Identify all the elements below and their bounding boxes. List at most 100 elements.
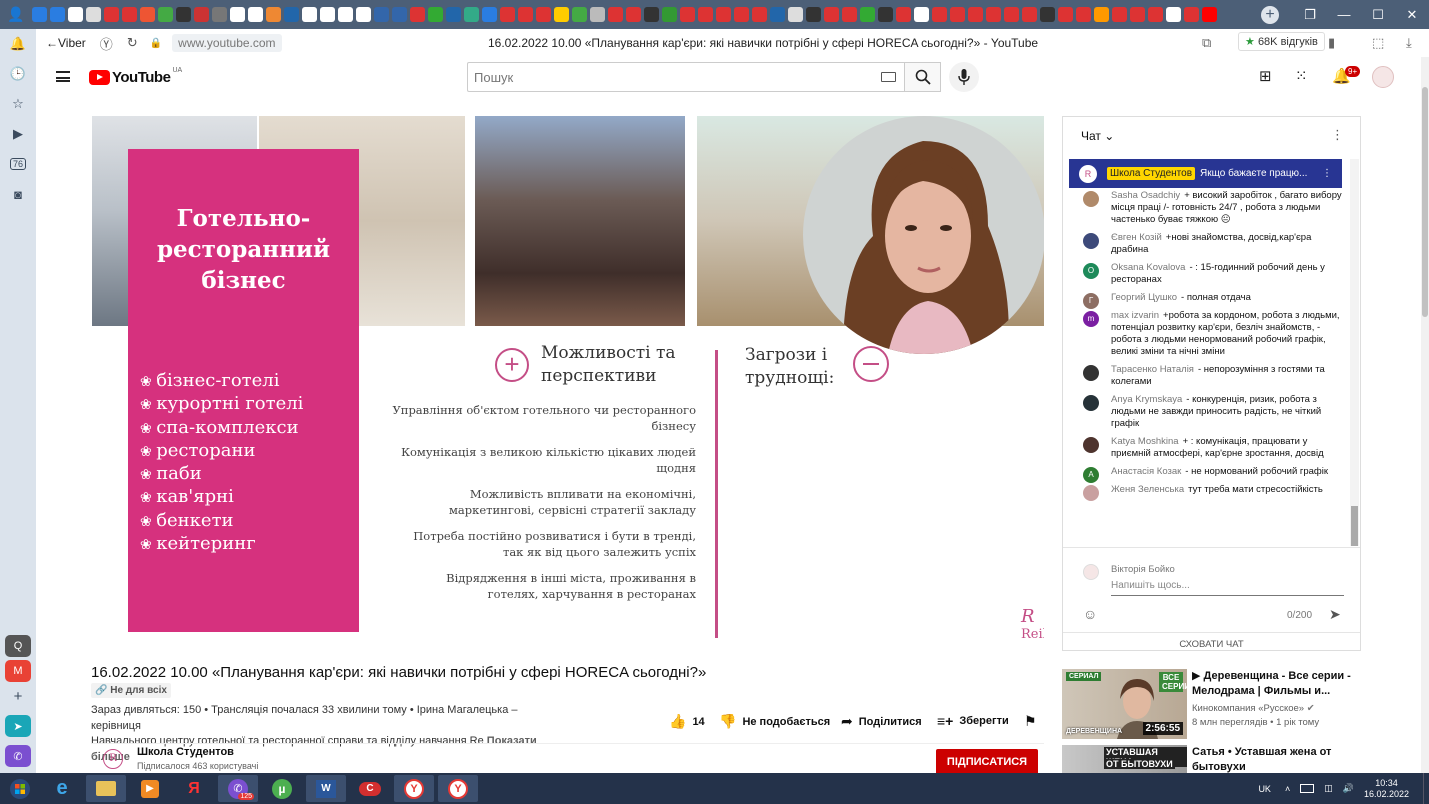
tab-favicon[interactable]: [698, 7, 713, 22]
chat-author[interactable]: Анастасія Козак: [1111, 466, 1181, 477]
tab-favicon[interactable]: [590, 7, 605, 22]
tab-favicon[interactable]: [464, 7, 479, 22]
battery-icon[interactable]: [1300, 784, 1315, 793]
chat-author-avatar[interactable]: [1083, 395, 1099, 411]
window-restore-icon[interactable]: ❐: [1293, 7, 1327, 23]
recommendation-item[interactable]: СЕРИАЛ ВСЕ СЕРИИ ДЕРЕВЕНЩИНА 2:56:55 ▶ Д…: [1062, 669, 1362, 739]
tab-favicon[interactable]: [788, 7, 803, 22]
tab-favicon[interactable]: [860, 7, 875, 22]
dislike-button[interactable]: 👎 Не подобається: [719, 713, 830, 730]
taskbar-ie-icon[interactable]: e: [42, 775, 82, 802]
tray-expand-icon[interactable]: ˄: [1285, 784, 1290, 794]
tab-favicon[interactable]: [104, 7, 119, 22]
tab-favicon[interactable]: [500, 7, 515, 22]
clock[interactable]: 10:34 16.02.2022: [1364, 778, 1409, 800]
recommendation-thumbnail[interactable]: СЕРИАЛ ВСЕ СЕРИИ ДЕРЕВЕНЩИНА 2:56:55: [1062, 669, 1187, 739]
reload-icon[interactable]: ↻: [127, 35, 138, 51]
tab-favicon[interactable]: [392, 7, 407, 22]
recommendation-item[interactable]: УСТАВШАЯ ЖЕНА ОТ БЫТОВУХИ Сатья • Уставш…: [1062, 745, 1362, 773]
language-indicator[interactable]: UK: [1258, 784, 1271, 794]
chat-author-avatar[interactable]: [1083, 437, 1099, 453]
recommendation-channel[interactable]: Кинокомпания «Русское» ✔: [1192, 702, 1315, 716]
taskbar-word-icon[interactable]: W: [306, 775, 346, 802]
tab-favicon[interactable]: [1202, 7, 1217, 22]
tab-favicon[interactable]: [158, 7, 173, 22]
tab-favicon[interactable]: [842, 7, 857, 22]
taskbar-yandex-icon[interactable]: Я: [174, 775, 214, 802]
tab-favicon[interactable]: [896, 7, 911, 22]
taskbar-viber-icon[interactable]: ✆ 125: [218, 775, 258, 802]
chat-mode-dropdown[interactable]: Чат ⌄: [1081, 129, 1114, 143]
search-input[interactable]: Пошук: [467, 62, 904, 92]
window-close-icon[interactable]: ✕: [1395, 7, 1429, 23]
tab-favicon[interactable]: [752, 7, 767, 22]
star-icon[interactable]: ☆: [0, 89, 36, 119]
channel-info[interactable]: Школа Студентов Підписалося 463 користув…: [137, 745, 258, 773]
profile-icon[interactable]: 👤: [0, 0, 32, 29]
tab-favicon[interactable]: [1076, 7, 1091, 22]
voice-search-button[interactable]: [949, 62, 979, 92]
add-app-icon[interactable]: +: [5, 685, 31, 707]
tab-favicon[interactable]: [140, 7, 155, 22]
like-button[interactable]: 👍 14: [669, 713, 705, 730]
reviews-badge[interactable]: ★ 68K відгуків: [1238, 32, 1325, 51]
chat-input[interactable]: Напишіть щось...: [1111, 580, 1344, 596]
tab-favicon[interactable]: [518, 7, 533, 22]
share-button[interactable]: ➦ Поділитися: [841, 713, 922, 730]
account-avatar[interactable]: [1372, 66, 1394, 88]
tab-favicon[interactable]: [338, 7, 353, 22]
tab-favicon[interactable]: [662, 7, 677, 22]
taskbar-yandex-browser-icon-2[interactable]: Y: [438, 775, 478, 802]
window-maximize-icon[interactable]: ☐: [1361, 7, 1395, 23]
taskbar-yandex-browser-icon[interactable]: Y: [394, 775, 434, 802]
recommendation-title[interactable]: Сатья • Уставшая жена от бытовухи: [1192, 745, 1362, 775]
tab-favicon[interactable]: [806, 7, 821, 22]
tab-favicon[interactable]: [428, 7, 443, 22]
tab-favicon[interactable]: [734, 7, 749, 22]
tab-favicon[interactable]: [1184, 7, 1199, 22]
tab-favicon[interactable]: [950, 7, 965, 22]
hide-chat-button[interactable]: СХОВАТИ ЧАТ: [1063, 632, 1360, 650]
chat-author-avatar[interactable]: [1083, 191, 1099, 207]
create-video-icon[interactable]: ⊞: [1259, 67, 1272, 85]
tab-favicon[interactable]: [1040, 7, 1055, 22]
tab-favicon[interactable]: [1166, 7, 1181, 22]
taskbar-media-player-icon[interactable]: ▶: [130, 775, 170, 802]
volume-icon[interactable]: 🔊: [1343, 783, 1354, 794]
tab-favicon[interactable]: [1004, 7, 1019, 22]
tab-favicon[interactable]: [212, 7, 227, 22]
chat-author-avatar[interactable]: [1083, 485, 1099, 501]
channel-avatar[interactable]: R: [103, 748, 123, 769]
chat-author[interactable]: Тарасенко Наталія: [1111, 364, 1194, 375]
tab-favicon[interactable]: [680, 7, 695, 22]
chat-author[interactable]: Євген Козій: [1111, 232, 1162, 243]
pinned-message[interactable]: R Школа Студентов Якщо бажаєте працю... …: [1069, 159, 1342, 188]
taskbar-app-icon[interactable]: C: [350, 775, 390, 802]
tab-favicon[interactable]: [554, 7, 569, 22]
tab-favicon[interactable]: [266, 7, 281, 22]
viber-app-icon[interactable]: ✆: [5, 745, 31, 767]
camera-icon[interactable]: ◙: [0, 179, 36, 209]
recommendation-title[interactable]: ▶ Деревенщина - Все серии - Мелодрама | …: [1192, 669, 1362, 699]
tab-favicon[interactable]: [1130, 7, 1145, 22]
chat-author[interactable]: Oksana Kovalova: [1111, 262, 1185, 273]
tab-favicon[interactable]: [230, 7, 245, 22]
chat-author[interactable]: Sasha Osadchiy: [1111, 190, 1180, 201]
history-icon[interactable]: 🕒: [0, 59, 36, 89]
emoji-icon[interactable]: ☺: [1083, 606, 1097, 622]
tab-favicon[interactable]: [32, 7, 47, 22]
sidebar-badge-icon[interactable]: 76: [0, 149, 36, 179]
send-app-icon[interactable]: ➤: [5, 715, 31, 737]
copy-icon[interactable]: ⧉: [1202, 35, 1211, 51]
tab-favicon[interactable]: [1112, 7, 1127, 22]
back-button[interactable]: ←Viber: [46, 36, 86, 50]
taskbar-explorer-icon[interactable]: [86, 775, 126, 802]
report-button[interactable]: ⚑: [1024, 713, 1037, 730]
tab-favicon[interactable]: [1022, 7, 1037, 22]
tab-favicon[interactable]: [194, 7, 209, 22]
tab-favicon[interactable]: [824, 7, 839, 22]
tab-favicon[interactable]: [608, 7, 623, 22]
menu-icon[interactable]: [56, 71, 70, 82]
window-minimize-icon[interactable]: —: [1327, 7, 1361, 22]
tab-favicon[interactable]: [446, 7, 461, 22]
